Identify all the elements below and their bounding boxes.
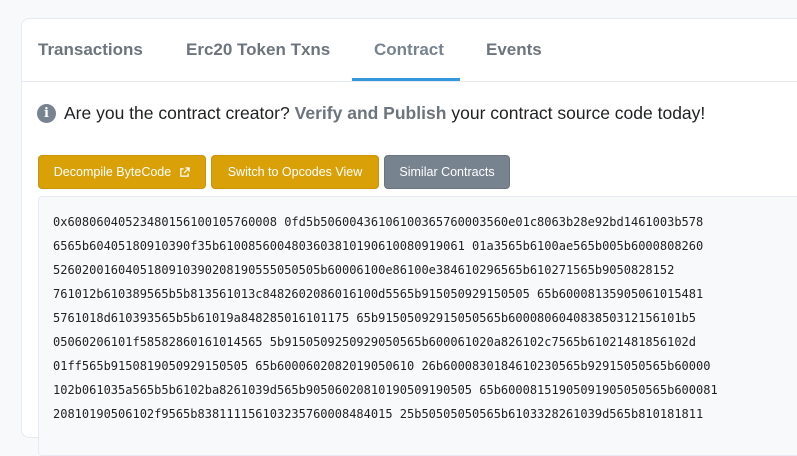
switch-to-opcodes-button[interactable]: Switch to Opcodes View	[211, 155, 379, 189]
tab-erc20-token-txns[interactable]: Erc20 Token Txns	[186, 19, 330, 81]
bytecode-box[interactable]: 0x60806040523480156100105760008 0fd5b506…	[38, 196, 797, 456]
tab-bar: Transactions Erc20 Token Txns Contract E…	[22, 19, 797, 82]
verify-notice: i Are you the contract creator? Verify a…	[37, 101, 705, 125]
bytecode-line: 20810190506102f9565b83811115610323576000…	[53, 407, 704, 421]
bytecode-line: 0x60806040523480156100105760008 0fd5b506…	[53, 215, 704, 229]
bytecode-line: 05060206101f58582860161014565 5b91505092…	[53, 335, 696, 349]
similar-contracts-label: Similar Contracts	[399, 165, 495, 179]
info-circle-icon: i	[37, 103, 56, 123]
verify-and-publish-link[interactable]: Verify and Publish	[295, 103, 447, 124]
tab-transactions[interactable]: Transactions	[38, 19, 143, 81]
tab-contract[interactable]: Contract	[374, 19, 444, 81]
bytecode-line: 5761018d610393565b5b61019a84828501610117…	[53, 311, 696, 325]
bytecode-line: 761012b610389565b5b813561013c84826020860…	[53, 287, 704, 301]
notice-suffix: your contract source code today!	[451, 102, 706, 123]
contract-card: Transactions Erc20 Token Txns Contract E…	[21, 18, 797, 456]
bytecode-line: 6565b60405180910390f35b61008560048036038…	[53, 239, 704, 253]
active-tab-indicator	[352, 78, 460, 81]
switch-to-opcodes-label: Switch to Opcodes View	[227, 165, 363, 179]
decompile-bytecode-button[interactable]: Decompile ByteCode	[38, 155, 206, 189]
tab-events[interactable]: Events	[486, 19, 542, 81]
external-link-icon	[180, 166, 190, 177]
notice-prefix: Are you the contract creator?	[64, 102, 290, 123]
bytecode-line: 5260200160405180910390208190555050505b60…	[53, 263, 675, 277]
bytecode-line: 102b061035a565b5b6102ba8261039d565b90506…	[53, 383, 718, 397]
bytecode-line: 01ff565b9150819050929150505 65b600060208…	[53, 359, 711, 373]
similar-contracts-button[interactable]: Similar Contracts	[384, 155, 510, 189]
decompile-bytecode-label: Decompile ByteCode	[53, 165, 172, 179]
